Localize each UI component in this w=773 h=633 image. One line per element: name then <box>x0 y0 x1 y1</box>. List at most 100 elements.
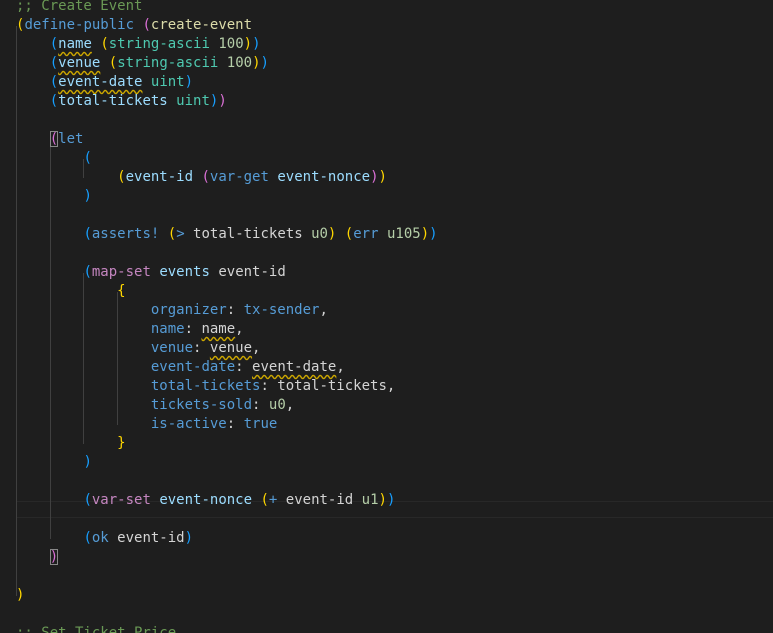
code-line: tickets-sold: u0, <box>16 396 294 415</box>
code-token: , <box>336 359 345 375</box>
code-token: ( <box>100 36 109 52</box>
code-token: define-public <box>24 17 135 33</box>
code-token: > <box>176 226 185 242</box>
code-token: ( <box>108 55 118 71</box>
code-line: } <box>16 434 126 453</box>
code-editor[interactable]: ;; Create Event (define-public (create-ev… <box>0 0 773 633</box>
code-token: u1 <box>361 492 379 508</box>
code-token: ) <box>49 549 59 565</box>
code-line: event-date: event-date, <box>16 358 345 377</box>
code-line: (asserts! (> total-tickets u0) (err u105… <box>16 225 437 244</box>
code-token: ( <box>49 131 59 147</box>
code-token: ) <box>218 93 227 109</box>
code-token: true <box>243 416 278 432</box>
code-token: venue <box>58 55 101 71</box>
code-token: ( <box>49 55 59 71</box>
code-token: ) <box>243 36 253 52</box>
code-token: ( <box>167 226 177 242</box>
code-token: event-nonce <box>277 169 371 185</box>
code-token: : <box>226 302 244 318</box>
code-token: ) <box>16 587 25 603</box>
code-line: { <box>16 282 126 301</box>
code-token: , <box>252 340 261 356</box>
code-token: 100 <box>226 55 253 71</box>
code-token: tickets-sold <box>150 397 253 413</box>
code-token: : <box>184 321 202 337</box>
code-token: : <box>193 340 210 356</box>
code-line: (define-public (create-event <box>16 16 252 35</box>
code-token: ) <box>252 55 261 71</box>
code-line: (map-set events event-id <box>16 263 285 282</box>
code-line: (let <box>16 130 83 149</box>
code-line: name: name, <box>16 320 244 339</box>
code-token: ) <box>378 492 387 508</box>
code-token: event-id <box>277 492 362 508</box>
code-token: : <box>252 397 269 413</box>
code-token: var-get <box>209 169 269 185</box>
code-token: ) <box>260 55 269 71</box>
code-token: ( <box>117 169 126 185</box>
code-token: total-tickets <box>150 378 261 394</box>
code-token: : <box>226 416 244 432</box>
code-token: ( <box>83 530 92 546</box>
code-line: ) <box>16 548 59 567</box>
code-token: event-date <box>58 74 143 90</box>
code-token: , <box>235 321 244 337</box>
code-token: 100 <box>218 36 244 52</box>
code-token: u105 <box>386 226 421 242</box>
code-token: ( <box>344 226 354 242</box>
code-token: map-set <box>91 264 151 280</box>
code-token: , <box>319 302 328 318</box>
code-token: string-ascii <box>117 55 219 71</box>
code-token: create-event <box>150 17 253 33</box>
code-token: total-tickets <box>184 226 312 242</box>
code-token: u0 <box>268 397 286 413</box>
code-line: ) <box>16 187 92 206</box>
code-token: ( <box>260 492 269 508</box>
code-token: event-nonce <box>159 492 253 508</box>
code-token: event-id <box>108 530 185 546</box>
code-token: ;; Set Ticket Price <box>16 625 177 633</box>
code-token: event-date <box>150 359 236 375</box>
code-token: ( <box>83 492 92 508</box>
code-token: ( <box>83 150 92 166</box>
code-token: ( <box>83 226 92 242</box>
code-token: ) <box>420 226 430 242</box>
code-line: (var-set event-nonce (+ event-id u1)) <box>16 491 395 510</box>
code-token: event-date <box>252 359 337 375</box>
code-line: total-tickets: total-tickets, <box>16 377 395 396</box>
code-token: var-set <box>91 492 151 508</box>
code-line: (event-date uint) <box>16 73 193 92</box>
code-token: events <box>159 264 210 280</box>
code-line: ;; Set Ticket Price <box>16 624 176 633</box>
code-token: ( <box>49 74 59 90</box>
code-token: event-id <box>125 169 194 185</box>
code-line: (name (string-ascii 100)) <box>16 35 261 54</box>
code-token: ( <box>49 93 59 109</box>
code-line: venue: venue, <box>16 339 261 358</box>
code-token: string-ascii <box>108 36 210 52</box>
code-token: ) <box>378 169 387 185</box>
code-token: ) <box>370 169 379 185</box>
code-token: uint <box>176 93 210 109</box>
code-token: } <box>117 435 126 451</box>
code-token: ) <box>83 454 92 470</box>
code-token: ( <box>49 36 59 52</box>
code-token: let <box>58 131 84 147</box>
code-token: : total-tickets, <box>260 378 396 394</box>
code-token: ) <box>83 188 92 204</box>
code-token: ) <box>184 530 194 546</box>
code-token: err <box>353 226 379 242</box>
code-token: { <box>117 283 126 299</box>
code-token: name <box>58 36 92 52</box>
code-token: ) <box>184 74 194 90</box>
code-line: organizer: tx-sender, <box>16 301 328 320</box>
code-token: ( <box>83 264 92 280</box>
code-token: ) <box>386 492 396 508</box>
